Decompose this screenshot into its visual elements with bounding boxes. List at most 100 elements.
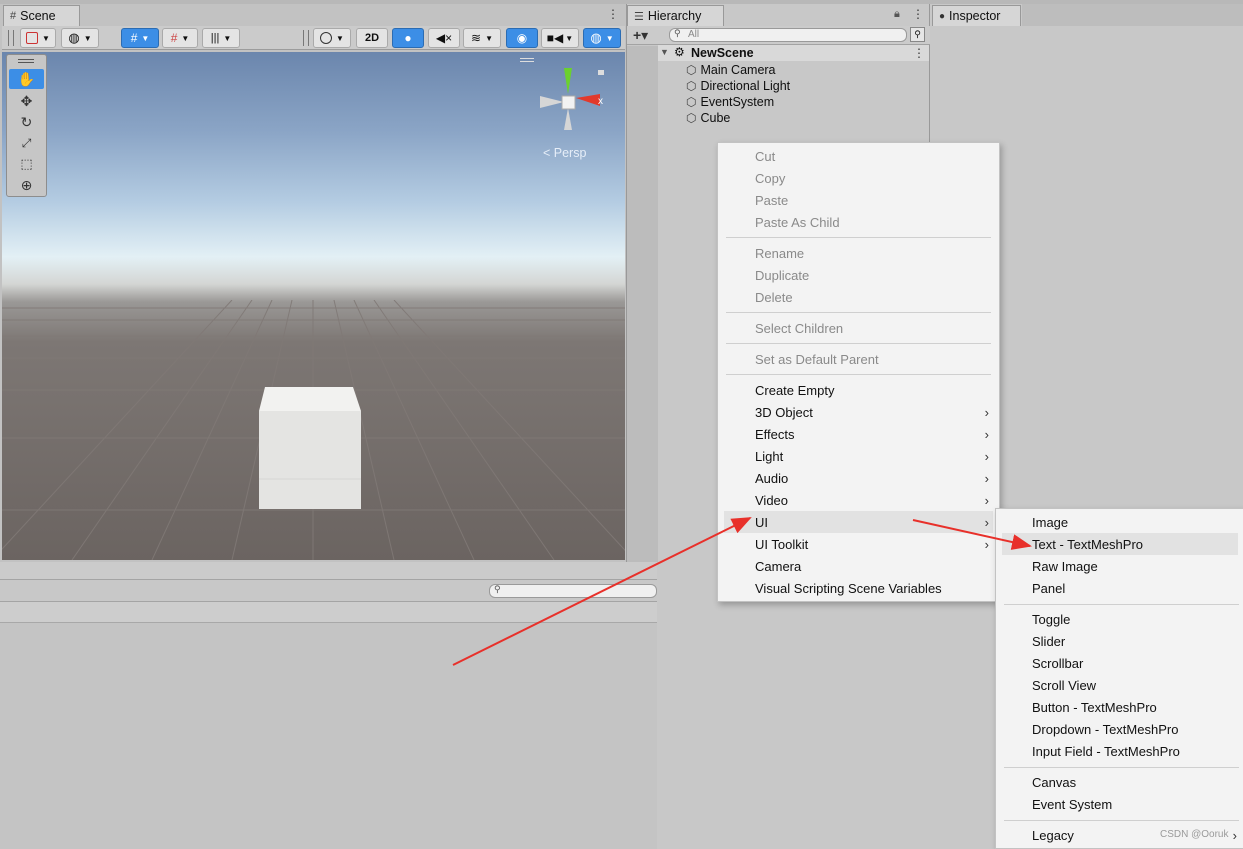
toggle-2d-label: 2D — [364, 32, 380, 44]
menu-item-label: Rename — [755, 245, 805, 261]
hierarchy-search-input[interactable]: ⚲ All — [669, 28, 907, 42]
menu-item-camera[interactable]: Camera — [718, 555, 999, 577]
lock-icon[interactable]: 🔒︎ — [894, 8, 900, 21]
scene-row-menu-icon[interactable]: ⋮ — [913, 46, 925, 60]
tab-inspector[interactable]: ● Inspector — [932, 5, 1021, 26]
gizmos-toggle[interactable]: ◍ ▼ — [583, 28, 621, 48]
scene-visibility-toggle[interactable]: ◉ — [506, 28, 538, 48]
menu-item-label: Input Field - TextMeshPro — [1032, 743, 1180, 759]
transform-tool-button[interactable]: ⊕ — [9, 175, 44, 195]
menu-item-label: Effects — [755, 426, 795, 442]
chevron-down-icon: ▼ — [485, 33, 493, 43]
move-arrows-icon: ✥ — [20, 93, 33, 109]
toolbar-grip-icon — [303, 30, 309, 46]
submenu-item-text-textmeshpro[interactable]: Text - TextMeshPro — [1002, 533, 1238, 555]
menu-separator — [726, 374, 991, 375]
hand-tool-button[interactable]: ✋ — [9, 69, 44, 89]
menu-item-effects[interactable]: Effects › — [718, 423, 999, 445]
search-options-button[interactable]: ⚲ — [910, 27, 925, 42]
scale-tool-button[interactable]: ⤢ — [9, 133, 44, 153]
menu-item-label: Copy — [755, 170, 786, 186]
submenu-item-raw-image[interactable]: Raw Image — [996, 555, 1243, 577]
menu-item-ui[interactable]: UI › — [724, 511, 993, 533]
chevron-down-icon: ▼ — [181, 33, 190, 43]
globe-icon: ◍ — [68, 30, 80, 45]
hierarchy-item[interactable]: ⬡ Cube — [686, 110, 730, 126]
grid-snap-toggle[interactable]: # ▼ — [121, 28, 159, 48]
window-top-strip — [0, 0, 1243, 4]
menu-item-3d-object[interactable]: 3D Object › — [718, 401, 999, 423]
submenu-item-canvas[interactable]: Canvas — [996, 771, 1243, 793]
hierarchy-item[interactable]: ⬡ EventSystem — [686, 94, 774, 110]
chevron-down-icon: ▼ — [141, 33, 150, 43]
move-tool-button[interactable]: ✥ — [9, 91, 44, 111]
shading-mode-dropdown[interactable]: ▼ — [313, 28, 351, 48]
submenu-item-scroll-view[interactable]: Scroll View — [996, 674, 1243, 696]
audio-toggle[interactable]: ◀× — [428, 28, 460, 48]
global-local-dropdown[interactable]: ◍ ▼ — [61, 28, 99, 48]
menu-item-label: Scroll View — [1032, 677, 1097, 693]
scene-panel-menu-icon[interactable]: ⋮ — [607, 7, 619, 21]
menu-separator — [1004, 767, 1239, 768]
scene-tab-label: Scene — [20, 9, 56, 23]
submenu-item-input-field-textmeshpro[interactable]: Input Field - TextMeshPro — [996, 740, 1243, 762]
context-menu: Cut Copy Paste Paste As Child Rename Dup… — [717, 142, 1000, 602]
expand-arrow-icon[interactable]: ▼ — [660, 47, 669, 57]
submenu-item-slider[interactable]: Slider — [996, 630, 1243, 652]
submenu-item-button-textmeshpro[interactable]: Button - TextMeshPro — [996, 696, 1243, 718]
submenu-item-toggle[interactable]: Toggle — [996, 608, 1243, 630]
lightbulb-icon: ● — [404, 31, 412, 45]
submenu-item-scrollbar[interactable]: Scrollbar — [996, 652, 1243, 674]
menu-item-duplicate: Duplicate — [718, 264, 999, 286]
gameobject-cube-icon: ⬡ — [686, 95, 697, 109]
menu-item-label: Canvas — [1032, 774, 1077, 790]
chevron-right-icon: › — [984, 426, 989, 442]
lighting-toggle[interactable]: ● — [392, 28, 424, 48]
bottom-panel-header — [0, 562, 657, 580]
submenu-item-dropdown-textmeshpro[interactable]: Dropdown - TextMeshPro — [996, 718, 1243, 740]
search-icon: ⚲ — [494, 584, 501, 594]
ruler-dropdown[interactable]: ||| ▼ — [202, 28, 240, 48]
menu-item-video[interactable]: Video › — [718, 489, 999, 511]
draw-mode-icon — [26, 32, 39, 44]
tab-scene[interactable]: # Scene — [3, 5, 80, 26]
hierarchy-item[interactable]: ⬡ Main Camera — [686, 62, 776, 78]
tab-hierarchy[interactable]: ☰ Hierarchy — [627, 5, 724, 26]
gizmo-menu-icon[interactable] — [520, 58, 534, 62]
toggle-2d-button[interactable]: 2D — [356, 28, 388, 48]
grid-snap-icon: # — [130, 31, 138, 45]
menu-item-light[interactable]: Light › — [718, 445, 999, 467]
effects-dropdown[interactable]: ≋ ▼ — [463, 28, 501, 48]
menu-item-create-empty[interactable]: Create Empty — [718, 379, 999, 401]
camera-settings-dropdown[interactable]: ■◀ ▼ — [541, 28, 579, 48]
rotate-tool-button[interactable]: ↻ — [9, 112, 44, 132]
menu-item-label: Slider — [1032, 633, 1066, 649]
menu-separator — [1004, 820, 1239, 821]
bottom-search-input[interactable]: ⚲ — [489, 584, 657, 598]
orientation-gizmo[interactable] — [536, 62, 606, 132]
menu-item-label: Paste As Child — [755, 214, 840, 230]
menu-item-audio[interactable]: Audio › — [718, 467, 999, 489]
menu-item-visual-scripting-variables[interactable]: Visual Scripting Scene Variables — [718, 577, 999, 599]
hierarchy-item[interactable]: ⬡ Directional Light — [686, 78, 790, 94]
submenu-item-image[interactable]: Image — [996, 511, 1243, 533]
draw-mode-dropdown[interactable]: ▼ — [20, 28, 56, 48]
rect-tool-button[interactable]: ⬚ — [9, 154, 44, 174]
menu-item-ui-toolkit[interactable]: UI Toolkit › — [718, 533, 999, 555]
menu-item-label: UI — [755, 514, 768, 530]
submenu-item-event-system[interactable]: Event System — [996, 793, 1243, 815]
submenu-item-panel[interactable]: Panel — [996, 577, 1243, 599]
chevron-down-icon: ▼ — [223, 33, 232, 43]
chevron-down-icon: ▼ — [565, 33, 574, 43]
menu-separator — [726, 343, 991, 344]
hand-icon: ✋ — [17, 71, 36, 87]
increment-snap-dropdown[interactable]: # ▼ — [162, 28, 198, 48]
chevron-right-icon: › — [984, 514, 989, 530]
menu-item-label: Raw Image — [1032, 558, 1098, 574]
hierarchy-menu-icon[interactable]: ⋮ — [912, 7, 924, 21]
menu-item-label: Audio — [755, 470, 789, 486]
create-dropdown-button[interactable]: +▾ — [633, 26, 648, 44]
cube-object[interactable] — [255, 383, 365, 513]
projection-label[interactable]: < Persp — [543, 146, 586, 160]
scale-icon: ⤢ — [21, 136, 32, 150]
